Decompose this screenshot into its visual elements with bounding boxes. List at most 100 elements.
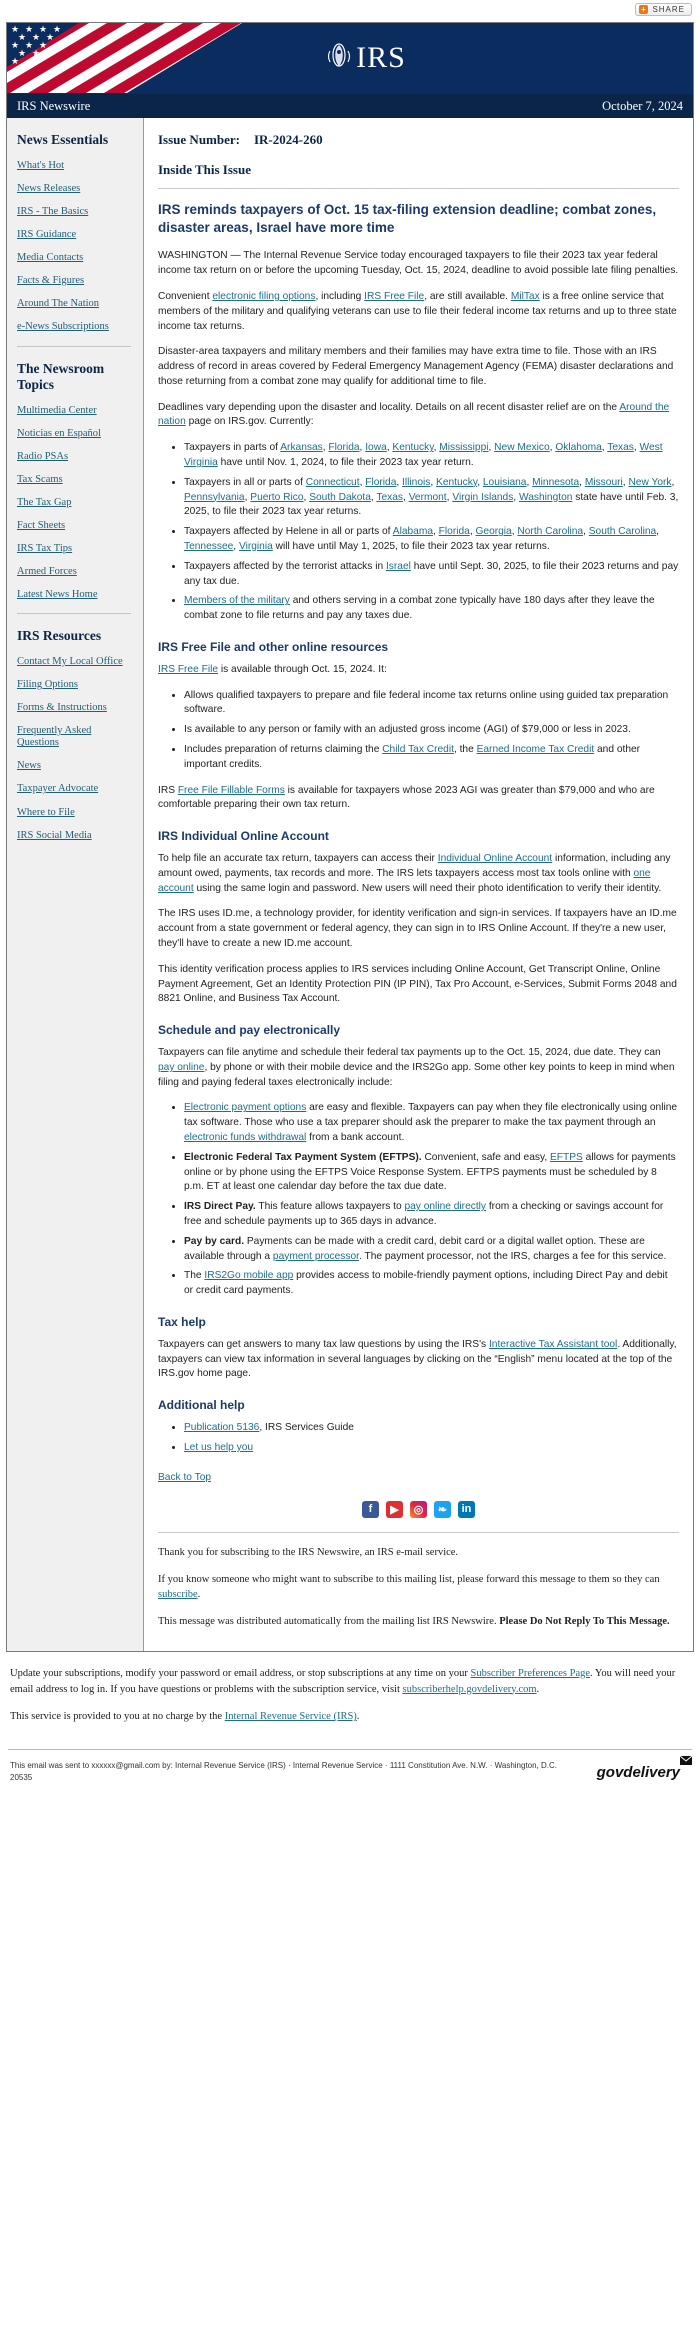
twitter-icon[interactable]: ❧ bbox=[434, 1500, 451, 1518]
youtube-icon[interactable]: ▶ bbox=[386, 1500, 403, 1518]
facebook-icon[interactable]: f bbox=[362, 1500, 379, 1518]
text-fragment: , are still available. bbox=[424, 291, 511, 302]
state-link-louisiana[interactable]: Louisiana bbox=[483, 477, 527, 488]
back-to-top[interactable]: Back to Top bbox=[158, 1472, 679, 1483]
child-tax-credit-link[interactable]: Child Tax Credit bbox=[382, 744, 454, 755]
share-button[interactable]: + SHARE bbox=[635, 3, 692, 16]
pay-online-directly-link[interactable]: pay online directly bbox=[404, 1201, 486, 1212]
sidebar-item-contact-my-local-office[interactable]: Contact My Local Office bbox=[17, 656, 135, 668]
state-link-texas[interactable]: Texas bbox=[376, 492, 403, 503]
text-fragment: The bbox=[184, 1270, 205, 1282]
state-link-south-dakota[interactable]: South Dakota bbox=[309, 492, 371, 503]
state-link-georgia[interactable]: Georgia bbox=[475, 526, 511, 537]
earned-income-tax-credit-link[interactable]: Earned Income Tax Credit bbox=[477, 744, 595, 755]
free-file-fillable-forms-link[interactable]: Free File Fillable Forms bbox=[178, 785, 285, 796]
irs2go-mobile-app-link[interactable]: IRS2Go mobile app bbox=[204, 1270, 293, 1281]
subscriberhelp-link[interactable]: subscriberhelp.govdelivery.com bbox=[403, 1684, 537, 1695]
sidebar-item-forms-instructions[interactable]: Forms & Instructions bbox=[17, 702, 135, 714]
state-link-vermont[interactable]: Vermont bbox=[409, 492, 447, 503]
state-link-south-carolina[interactable]: South Carolina bbox=[589, 526, 656, 537]
state-link-israel[interactable]: Israel bbox=[386, 561, 411, 572]
pay-online-link[interactable]: pay online bbox=[158, 1062, 204, 1073]
electronic-funds-withdrawal-link[interactable]: electronic funds withdrawal bbox=[184, 1132, 306, 1143]
interactive-tax-assistant-link[interactable]: Interactive Tax Assistant tool bbox=[489, 1339, 617, 1350]
sidebar-item-irs-guidance[interactable]: IRS Guidance bbox=[17, 229, 135, 241]
text-fragment: Convenient bbox=[158, 291, 213, 302]
state-link-arkansas[interactable]: Arkansas bbox=[280, 442, 322, 453]
irs-free-file-link[interactable]: IRS Free File bbox=[364, 291, 424, 302]
irs-logo-text: IRS bbox=[356, 41, 406, 74]
state-link-kentucky[interactable]: Kentucky bbox=[436, 477, 477, 488]
additional-help-list: Publication 5136, IRS Services Guide Let… bbox=[158, 1421, 679, 1456]
text-fragment: . The payment processor, not the IRS, ch… bbox=[359, 1250, 667, 1262]
state-link-virginia[interactable]: Virginia bbox=[239, 541, 273, 552]
state-link-texas[interactable]: Texas bbox=[607, 442, 634, 453]
miltax-link[interactable]: MilTax bbox=[511, 291, 540, 302]
subscriber-preferences-link[interactable]: Subscriber Preferences Page bbox=[470, 1668, 590, 1679]
sidebar-item-news-releases[interactable]: News Releases bbox=[17, 183, 135, 195]
individual-online-account-link[interactable]: Individual Online Account bbox=[438, 853, 552, 864]
state-link-new-york[interactable]: New York bbox=[628, 477, 671, 488]
state-link-florida[interactable]: Florida bbox=[439, 526, 470, 537]
issue-number: IR-2024-260 bbox=[253, 132, 323, 147]
state-link-connecticut[interactable]: Connecticut bbox=[306, 477, 360, 488]
sidebar-item-irs-tax-tips[interactable]: IRS Tax Tips bbox=[17, 543, 135, 555]
sidebar-item-media-contacts[interactable]: Media Contacts bbox=[17, 252, 135, 264]
state-link-alabama[interactable]: Alabama bbox=[393, 526, 433, 537]
state-link-virgin-islands[interactable]: Virgin Islands bbox=[452, 492, 513, 503]
text-fragment: To help file an accurate tax return, tax… bbox=[158, 853, 438, 865]
state-link-mississippi[interactable]: Mississippi bbox=[439, 442, 488, 453]
sidebar-item-latest-news-home[interactable]: Latest News Home bbox=[17, 589, 135, 601]
sidebar-item-radio-psas[interactable]: Radio PSAs bbox=[17, 451, 135, 463]
subscribe-link[interactable]: subscribe bbox=[158, 1589, 198, 1600]
irs-free-file-link-2[interactable]: IRS Free File bbox=[158, 664, 218, 675]
state-link-missouri[interactable]: Missouri bbox=[585, 477, 623, 488]
sidebar-item-armed-forces[interactable]: Armed Forces bbox=[17, 566, 135, 578]
sidebar-item-filing-options[interactable]: Filing Options bbox=[17, 679, 135, 691]
instagram-icon[interactable]: ◎ bbox=[410, 1500, 427, 1518]
state-link-illinois[interactable]: Illinois bbox=[402, 477, 430, 488]
state-link-florida[interactable]: Florida bbox=[365, 477, 396, 488]
state-link-minnesota[interactable]: Minnesota bbox=[532, 477, 579, 488]
text-fragment: Includes preparation of returns claiming… bbox=[184, 743, 383, 755]
internal-revenue-service-link[interactable]: Internal Revenue Service (IRS) bbox=[225, 1711, 357, 1722]
sidebar-item-news[interactable]: News bbox=[17, 760, 135, 772]
state-link-oklahoma[interactable]: Oklahoma bbox=[555, 442, 601, 453]
state-link-puerto-rico[interactable]: Puerto Rico bbox=[250, 492, 303, 503]
eftps-link[interactable]: EFTPS bbox=[550, 1152, 583, 1163]
state-link-members-of-the-military[interactable]: Members of the military bbox=[184, 595, 290, 606]
sidebar-item-whats-hot[interactable]: What's Hot bbox=[17, 160, 135, 172]
text-fragment: Taxpayers can get answers to many tax la… bbox=[158, 1338, 489, 1350]
state-link-iowa[interactable]: Iowa bbox=[365, 442, 387, 453]
state-link-tennessee[interactable]: Tennessee bbox=[184, 541, 233, 552]
sidebar-item-around-the-nation[interactable]: Around The Nation bbox=[17, 298, 135, 310]
sidebar-item-fact-sheets[interactable]: Fact Sheets bbox=[17, 520, 135, 532]
let-us-help-you-link[interactable]: Let us help you bbox=[184, 1442, 253, 1453]
payment-options-list: Electronic payment options are easy and … bbox=[158, 1101, 679, 1298]
state-link-pennsylvania[interactable]: Pennsylvania bbox=[184, 492, 245, 503]
sidebar-item-tax-scams[interactable]: Tax Scams bbox=[17, 474, 135, 486]
electronic-filing-options-link[interactable]: electronic filing options bbox=[212, 291, 315, 302]
publication-5136-link[interactable]: Publication 5136 bbox=[184, 1422, 259, 1433]
sidebar-item-frequently-asked-questions[interactable]: Frequently Asked Questions bbox=[17, 725, 135, 749]
state-link-florida[interactable]: Florida bbox=[328, 442, 359, 453]
sidebar-item-where-to-file[interactable]: Where to File bbox=[17, 807, 135, 819]
sidebar-item-noticias-en-espanol[interactable]: Noticias en Español bbox=[17, 428, 135, 440]
sidebar-item-taxpayer-advocate[interactable]: Taxpayer Advocate bbox=[17, 783, 135, 795]
payment-processor-link[interactable]: payment processor bbox=[273, 1251, 359, 1262]
state-link-washington[interactable]: Washington bbox=[519, 492, 572, 503]
back-to-top-link[interactable]: Back to Top bbox=[158, 1472, 211, 1483]
text-fragment: Taxpayers can file anytime and schedule … bbox=[158, 1047, 661, 1059]
sidebar-item-multimedia-center[interactable]: Multimedia Center bbox=[17, 405, 135, 417]
sidebar-item-irs-the-basics[interactable]: IRS - The Basics bbox=[17, 206, 135, 218]
sidebar-item-facts-figures[interactable]: Facts & Figures bbox=[17, 275, 135, 287]
electronic-payment-options-link[interactable]: Electronic payment options bbox=[184, 1102, 306, 1113]
linkedin-icon[interactable]: in bbox=[458, 1500, 475, 1518]
state-link-new-mexico[interactable]: New Mexico bbox=[494, 442, 549, 453]
state-link-kentucky[interactable]: Kentucky bbox=[392, 442, 433, 453]
sidebar-item-enews-subscriptions[interactable]: e-News Subscriptions bbox=[17, 321, 135, 333]
subscription-text: Update your subscriptions, modify your p… bbox=[10, 1666, 690, 1698]
sidebar-item-irs-social-media[interactable]: IRS Social Media bbox=[17, 830, 135, 842]
state-link-north-carolina[interactable]: North Carolina bbox=[517, 526, 583, 537]
sidebar-item-the-tax-gap[interactable]: The Tax Gap bbox=[17, 497, 135, 509]
